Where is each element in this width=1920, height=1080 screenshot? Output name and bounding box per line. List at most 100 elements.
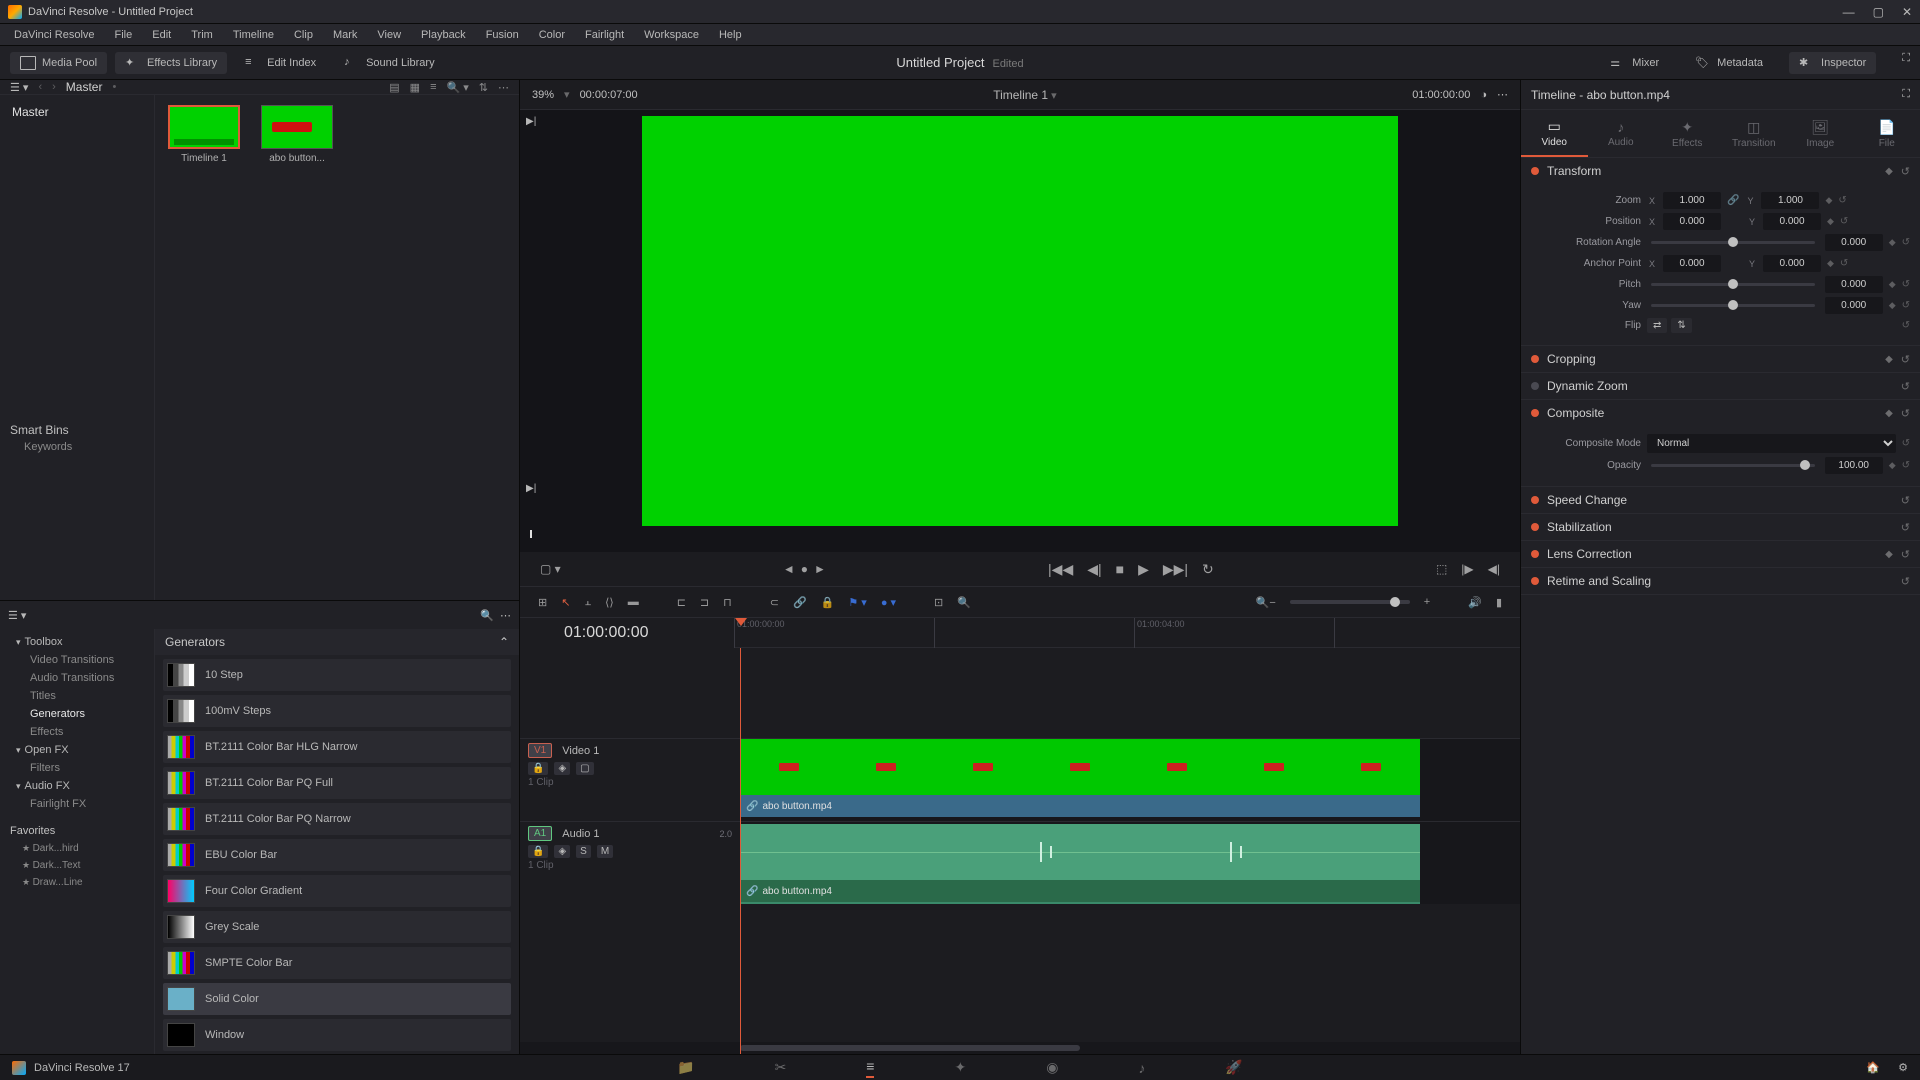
anchor-x-input[interactable] — [1663, 255, 1721, 272]
blade-tool[interactable]: ▬ — [628, 596, 639, 608]
pitch-slider[interactable] — [1651, 283, 1815, 286]
page-edit[interactable]: ≡ — [866, 1058, 874, 1078]
retime-reset[interactable]: ↺ — [1901, 575, 1910, 588]
home-icon[interactable]: 🏠 — [1866, 1061, 1880, 1074]
marker-dot[interactable]: ● — [801, 562, 808, 576]
playhead[interactable] — [740, 648, 741, 1054]
generator-item[interactable]: SMPTE Color Bar — [163, 947, 511, 979]
search-icon[interactable]: 🔍 ▾ — [447, 81, 469, 94]
meter-icon[interactable]: ▮ — [1496, 596, 1502, 609]
cat-filters[interactable]: Filters — [0, 759, 154, 777]
yaw-kf[interactable]: ◆ — [1889, 300, 1896, 311]
insert-clip-tool[interactable]: ⊏ — [677, 596, 686, 609]
settings-icon[interactable]: ⚙ — [1898, 1061, 1908, 1074]
metadata-view-icon[interactable]: ▤ — [389, 81, 399, 94]
a1-mute[interactable]: M — [597, 845, 613, 858]
generator-item[interactable]: BT.2111 Color Bar HLG Narrow — [163, 731, 511, 763]
tab-video[interactable]: ▭Video — [1521, 110, 1588, 157]
opacity-kf[interactable]: ◆ — [1889, 460, 1896, 471]
close-button[interactable]: ✕ — [1902, 5, 1912, 19]
cat-titles[interactable]: Titles — [0, 687, 154, 705]
overwrite-clip-tool[interactable]: ⊐ — [700, 596, 709, 609]
rotation-input[interactable] — [1825, 234, 1883, 251]
transform-reset-icon[interactable]: ↺ — [1901, 165, 1910, 178]
cat-video-transitions[interactable]: Video Transitions — [0, 651, 154, 669]
section-stabilization[interactable]: Stabilization↺ — [1521, 514, 1920, 540]
first-frame-button[interactable]: |◀◀ — [1048, 561, 1073, 578]
cat-toolbox[interactable]: Toolbox — [0, 633, 154, 651]
menu-timeline[interactable]: Timeline — [225, 27, 282, 43]
menu-fairlight[interactable]: Fairlight — [577, 27, 632, 43]
fav-0[interactable]: Dark...hird — [0, 840, 154, 857]
anchor-reset[interactable]: ↺ — [1840, 258, 1848, 269]
step-in-icon[interactable]: ▶| — [526, 483, 536, 494]
audio-icon[interactable]: 🔊 — [1468, 596, 1482, 609]
v1-auto-select[interactable]: ◈ — [554, 762, 570, 775]
opacity-input[interactable] — [1825, 457, 1883, 474]
bin-list-icon[interactable]: ☰ ▾ — [10, 81, 28, 94]
crop-reset[interactable]: ↺ — [1901, 353, 1910, 366]
crop-kf[interactable]: ◆ — [1885, 354, 1893, 365]
viewer-zoom[interactable]: 39% — [532, 89, 554, 101]
clip-timeline1[interactable]: Timeline 1 — [165, 105, 243, 164]
menu-edit[interactable]: Edit — [144, 27, 179, 43]
lens-reset[interactable]: ↺ — [1901, 548, 1910, 561]
video-clip[interactable]: 🔗abo button.mp4 — [740, 739, 1420, 819]
next-edit-button[interactable]: ► — [814, 562, 826, 576]
rotation-slider[interactable] — [1651, 241, 1815, 244]
page-fusion[interactable]: ✦ — [954, 1059, 966, 1076]
page-deliver[interactable]: 🚀 — [1225, 1059, 1242, 1076]
next-frame-button[interactable]: |▶ — [1461, 562, 1473, 576]
step-out-icon[interactable]: ▶| — [526, 116, 536, 127]
a1-lock[interactable]: 🔒 — [528, 845, 548, 858]
menu-file[interactable]: File — [107, 27, 141, 43]
bypass-icon[interactable]: ◑ — [1480, 89, 1487, 101]
v1-disable[interactable]: ▢ — [576, 762, 593, 775]
lens-kf[interactable]: ◆ — [1885, 549, 1893, 560]
cat-fairlightfx[interactable]: Fairlight FX — [0, 795, 154, 813]
tab-image[interactable]: 🖼Image — [1787, 110, 1854, 157]
last-button[interactable]: ◀| — [1488, 562, 1500, 576]
generator-item[interactable]: Solid Color — [163, 983, 511, 1015]
nav-fwd[interactable]: › — [52, 81, 56, 93]
yaw-reset[interactable]: ↺ — [1902, 300, 1910, 311]
scrub-bar[interactable] — [520, 530, 1520, 546]
captions-tool[interactable]: ⊡ — [934, 596, 943, 609]
transform-keyframe-icon[interactable]: ◆ — [1885, 166, 1893, 177]
menu-help[interactable]: Help — [711, 27, 750, 43]
menu-view[interactable]: View — [369, 27, 409, 43]
timeline-view-options[interactable]: ⊞ — [538, 596, 547, 609]
a1-solo[interactable]: S — [576, 845, 591, 858]
smart-bin-keywords[interactable]: Keywords — [10, 437, 144, 457]
viewer[interactable]: ▶| ▶| — [520, 110, 1520, 552]
prev-edit-button[interactable]: ◄ — [783, 562, 795, 576]
page-media[interactable]: 📁 — [677, 1059, 694, 1076]
v1-badge[interactable]: V1 — [528, 743, 552, 758]
lock-tool[interactable]: 🔒 — [821, 596, 835, 609]
timeline-ruler[interactable]: 01:00:00:00 01:00:04:00 — [734, 618, 1520, 648]
list-view-icon[interactable]: ≡ — [430, 81, 436, 93]
section-speed-change[interactable]: Speed Change↺ — [1521, 487, 1920, 513]
section-composite[interactable]: Composite◆↺ — [1521, 400, 1920, 426]
clip-abo-button[interactable]: abo button... — [258, 105, 336, 164]
generator-item[interactable]: EBU Color Bar — [163, 839, 511, 871]
section-cropping[interactable]: Cropping◆↺ — [1521, 346, 1920, 372]
page-fairlight[interactable]: ♪ — [1138, 1060, 1145, 1076]
tab-file[interactable]: 📄File — [1854, 110, 1920, 157]
page-color[interactable]: ◉ — [1046, 1059, 1058, 1076]
last-frame-button[interactable]: ▶▶| — [1163, 561, 1188, 578]
menu-clip[interactable]: Clip — [286, 27, 321, 43]
comp-reset[interactable]: ↺ — [1901, 407, 1910, 420]
menu-playback[interactable]: Playback — [413, 27, 474, 43]
generator-item[interactable]: Grey Scale — [163, 911, 511, 943]
page-cut[interactable]: ✂ — [775, 1059, 787, 1076]
speed-reset[interactable]: ↺ — [1901, 494, 1910, 507]
cat-audiofx[interactable]: Audio FX — [0, 777, 154, 795]
zoom-x-input[interactable] — [1663, 192, 1721, 209]
toggle-mixer[interactable]: ⚌Mixer — [1600, 52, 1669, 74]
flip-h-button[interactable]: ⇄ — [1647, 318, 1667, 333]
zoom-kf[interactable]: ◆ — [1825, 195, 1832, 206]
rot-reset[interactable]: ↺ — [1902, 237, 1910, 248]
tab-audio[interactable]: ♪Audio — [1588, 110, 1655, 157]
menu-color[interactable]: Color — [531, 27, 573, 43]
